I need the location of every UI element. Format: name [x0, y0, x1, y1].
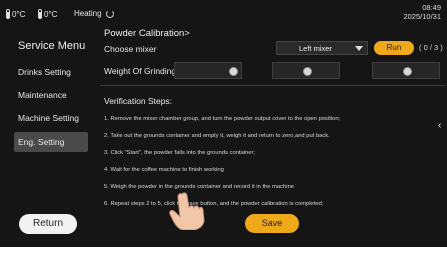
- grinding-weight-field-2[interactable]: [272, 62, 340, 79]
- thermometer-icon: [38, 9, 42, 19]
- pointing-hand-icon: [169, 192, 205, 230]
- grinding-weight-field-1[interactable]: [174, 62, 242, 79]
- clock: 08:49 2025/10/31: [403, 3, 441, 21]
- grinding-weight-label: Weight Of Grinding: [104, 66, 177, 76]
- run-count: ( 0 / 3 ): [419, 43, 443, 52]
- dropdown-caret-icon: [355, 46, 363, 51]
- temperature-2-value: 0°C: [44, 9, 58, 19]
- sidebar-item-drinks-setting[interactable]: Drinks Setting: [14, 62, 88, 82]
- grinder-icon: [403, 67, 412, 76]
- clock-time: 08:49: [422, 3, 441, 12]
- save-button[interactable]: Save: [245, 214, 299, 233]
- sidebar: Service Menu Drinks Setting Maintenance …: [0, 28, 96, 255]
- sidebar-item-machine-setting[interactable]: Machine Setting: [14, 108, 88, 128]
- step-item: 1. Remove the mixer chamber group, and t…: [104, 116, 341, 122]
- grinder-icon: [303, 67, 312, 76]
- step-item: 3. Click "Start", the powder falls into …: [104, 150, 256, 156]
- sidebar-title: Service Menu: [18, 40, 86, 52]
- sidebar-item-maintenance[interactable]: Maintenance: [14, 85, 88, 105]
- heating-label: Heating: [74, 9, 102, 18]
- clock-date: 2025/10/31: [403, 12, 441, 21]
- machine-screen: 0°C 0°C Heating 08:49 2025/10/31 Service…: [0, 0, 447, 255]
- step-item: 4. Wait for the coffee machine to finish…: [104, 167, 224, 173]
- mixer-select[interactable]: Left mixer: [276, 41, 368, 55]
- return-button[interactable]: Return: [19, 214, 77, 234]
- mixer-select-value: Left mixer: [299, 44, 332, 53]
- grinder-icon: [229, 67, 238, 76]
- status-bar: 0°C 0°C Heating 08:49 2025/10/31: [0, 0, 447, 28]
- temperature-1: 0°C: [6, 9, 25, 19]
- heating-status: Heating: [74, 9, 114, 18]
- chevron-left-icon[interactable]: ‹: [438, 120, 441, 131]
- thermometer-icon: [6, 9, 10, 19]
- temperature-2: 0°C: [38, 9, 57, 19]
- step-item: 2. Take out the grounds container and em…: [104, 133, 330, 139]
- spinner-icon: [105, 9, 114, 18]
- main-panel: Powder Calibration> Choose mixer Left mi…: [96, 28, 447, 255]
- choose-mixer-label: Choose mixer: [104, 44, 157, 54]
- grinding-weight-field-3[interactable]: [372, 62, 440, 79]
- steps-title: Verification Steps:: [104, 96, 173, 106]
- screen-bezel: [0, 247, 447, 255]
- divider: [100, 85, 445, 86]
- page-title: Powder Calibration>: [104, 28, 190, 39]
- run-button[interactable]: Run: [374, 41, 414, 55]
- sidebar-item-eng-setting[interactable]: Eng. Setting: [14, 132, 88, 152]
- temperature-1-value: 0°C: [12, 9, 26, 19]
